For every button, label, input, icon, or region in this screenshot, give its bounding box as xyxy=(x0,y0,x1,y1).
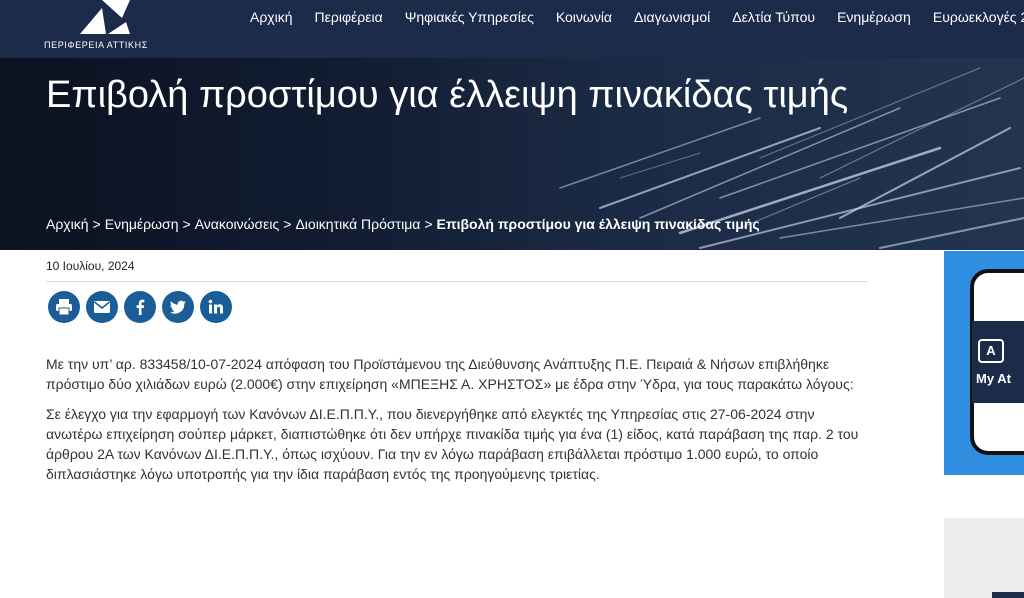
breadcrumb-current: Επιβολή προστίμου για έλλειψη πινακίδας … xyxy=(436,216,760,232)
article-body: Με την υπ’ αρ. 833458/10-07-2024 απόφαση… xyxy=(46,354,866,494)
share-linkedin-button[interactable] xyxy=(200,291,232,323)
linkedin-icon xyxy=(208,299,223,314)
breadcrumb: Αρχική > Ενημέρωση > Ανακοινώσεις > Διοικητικά… xyxy=(46,216,760,232)
banner-accent-bar xyxy=(992,592,1024,598)
side-banner-secondary[interactable] xyxy=(944,518,1024,598)
article-paragraph: Με την υπ’ αρ. 833458/10-07-2024 απόφαση… xyxy=(46,356,854,392)
email-icon xyxy=(94,301,110,313)
breadcrumb-separator: > xyxy=(424,216,433,232)
nav-item-region[interactable]: Περιφέρεια xyxy=(315,9,383,25)
share-twitter-button[interactable] xyxy=(162,291,194,323)
breadcrumb-separator: > xyxy=(92,216,101,232)
breadcrumb-home[interactable]: Αρχική xyxy=(46,216,89,232)
article-paragraph: Σε έλεγχο για την εφαρμογή των Κανόνων Δ… xyxy=(46,406,859,482)
breadcrumb-news[interactable]: Ενημέρωση xyxy=(105,216,179,232)
breadcrumb-separator: > xyxy=(283,216,292,232)
my-attica-app-banner[interactable]: A My At xyxy=(944,251,1024,475)
breadcrumb-administrative-fines[interactable]: Διοικητικά Πρόστιμα xyxy=(295,216,420,232)
logo-mark-icon xyxy=(80,0,130,34)
main-menu: Αρχική Περιφέρεια Ψηφιακές Υπηρεσίες Κοι… xyxy=(250,0,1024,34)
app-icon: A xyxy=(978,339,1004,363)
share-print-button[interactable] xyxy=(48,291,80,323)
breadcrumb-separator: > xyxy=(182,216,191,232)
print-icon xyxy=(56,299,72,316)
region-logo[interactable]: ΠΕΡΙΦΕΡΕΙΑ ΑΤΤΙΚΗΣ xyxy=(44,0,164,58)
nav-item-euro-elections[interactable]: Ευρωεκλογές 2 xyxy=(933,9,1024,25)
page-hero: Επιβολή προστίμου για έλλειψη πινακίδας … xyxy=(0,58,1024,250)
breadcrumb-announcements[interactable]: Ανακοινώσεις xyxy=(195,216,280,232)
publish-date: 10 Ιουλίου, 2024 xyxy=(46,259,135,273)
twitter-icon xyxy=(170,300,186,314)
logo-text: ΠΕΡΙΦΕΡΕΙΑ ΑΤΤΙΚΗΣ xyxy=(44,40,148,50)
share-buttons xyxy=(48,291,232,323)
facebook-icon xyxy=(136,299,145,315)
nav-item-tenders[interactable]: Διαγωνισμοί xyxy=(634,9,710,25)
page-title: Επιβολή προστίμου για έλλειψη πινακίδας … xyxy=(46,74,849,116)
share-facebook-button[interactable] xyxy=(124,291,156,323)
nav-item-press-releases[interactable]: Δελτία Τύπου xyxy=(732,9,815,25)
nav-item-home[interactable]: Αρχική xyxy=(250,9,293,25)
top-navigation-bar: ΠΕΡΙΦΕΡΕΙΑ ΑΤΤΙΚΗΣ Αρχική Περιφέρεια Ψηφ… xyxy=(0,0,1024,58)
app-label: My At xyxy=(976,371,1011,386)
date-divider xyxy=(46,281,868,282)
nav-item-digital-services[interactable]: Ψηφιακές Υπηρεσίες xyxy=(405,9,534,25)
nav-item-news[interactable]: Ενημέρωση xyxy=(837,9,911,25)
share-email-button[interactable] xyxy=(86,291,118,323)
nav-item-society[interactable]: Κοινωνία xyxy=(556,9,612,25)
app-tile: A My At xyxy=(972,321,1024,403)
